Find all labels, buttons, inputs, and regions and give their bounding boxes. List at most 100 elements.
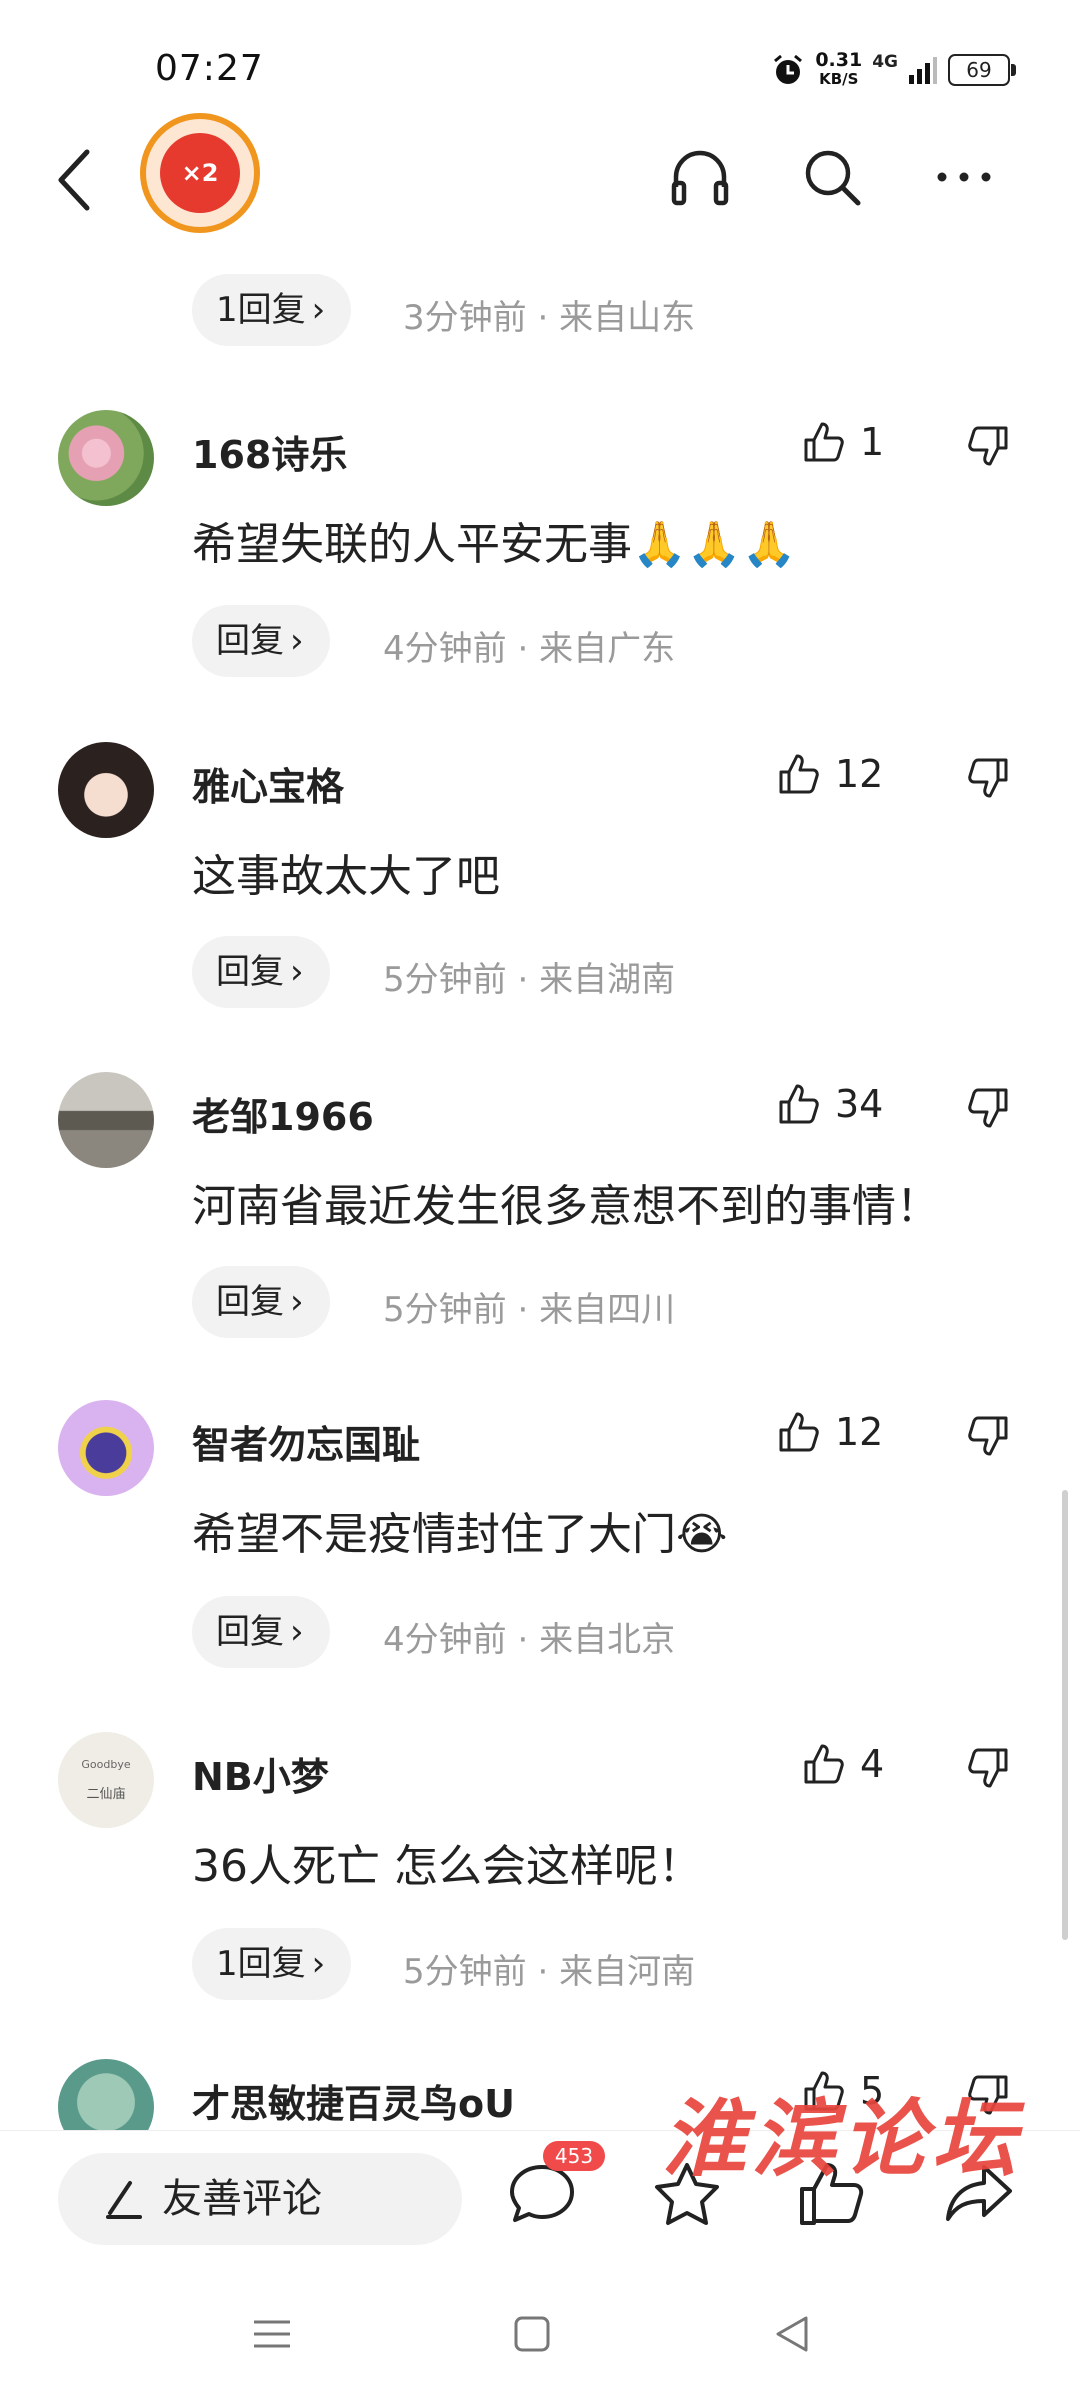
- comment-location: 来自湖南: [539, 960, 676, 1000]
- reply-button[interactable]: 回复 ›: [192, 605, 330, 677]
- watermark: 淮滨论坛: [662, 2089, 1023, 2188]
- comment-meta: 5分钟前 · 来自河南: [403, 1952, 696, 1992]
- comment-meta: 5分钟前 · 来自四川: [383, 1290, 676, 1330]
- network-label: 4G: [872, 52, 898, 72]
- comment-time: 5分钟前: [403, 1952, 527, 1992]
- comment-meta: 4分钟前 · 来自广东: [383, 629, 676, 669]
- thumbs-down-icon[interactable]: [966, 756, 1010, 800]
- comment-meta: 3分钟前 · 来自山东: [403, 298, 696, 338]
- like-button[interactable]: 12: [777, 1410, 883, 1454]
- comment-text: 希望不是疫情封住了大门😭: [192, 1509, 728, 1560]
- reply-label: 回复: [216, 621, 284, 661]
- comment-input[interactable]: 友善评论: [58, 2153, 462, 2245]
- username[interactable]: 才思敏捷百灵鸟oU: [192, 2073, 515, 2128]
- like-count: 4: [860, 1742, 885, 1786]
- thumbs-up-icon: [804, 422, 844, 462]
- comment-time: 4分钟前: [383, 1620, 507, 1660]
- pen-icon: [106, 2181, 142, 2219]
- username[interactable]: 雅心宝格: [192, 756, 344, 811]
- chevron-right-icon: ›: [290, 621, 304, 661]
- thumbs-down-icon[interactable]: [966, 1086, 1010, 1130]
- like-button[interactable]: 12: [777, 752, 883, 796]
- comment-location: 来自北京: [539, 1620, 676, 1660]
- red-packet-label: ×2: [160, 133, 240, 213]
- more-icon[interactable]: [932, 145, 996, 209]
- like-button[interactable]: 1: [802, 420, 884, 464]
- like-button[interactable]: 34: [777, 1082, 883, 1126]
- comment-meta: 4分钟前 · 来自北京: [383, 1620, 676, 1660]
- thumbs-down-icon[interactable]: [966, 424, 1010, 468]
- avatar-text-2: 二仙庙: [86, 1787, 126, 1802]
- alarm-icon: [774, 54, 803, 84]
- comment-text: 这事故太大了吧: [192, 851, 500, 902]
- reply-button[interactable]: 1回复 ›: [192, 274, 352, 346]
- comment-location: 来自广东: [539, 629, 676, 669]
- comment-time: 3分钟前: [403, 298, 527, 338]
- back-icon[interactable]: [55, 148, 95, 212]
- comment-location: 来自河南: [559, 1952, 696, 1992]
- chevron-right-icon: ›: [290, 1282, 304, 1322]
- comment-time: 4分钟前: [383, 629, 507, 669]
- reply-button[interactable]: 回复 ›: [192, 936, 330, 1008]
- username[interactable]: 168诗乐: [192, 424, 347, 479]
- chevron-right-icon: ›: [311, 290, 326, 330]
- comment-input-label: 友善评论: [162, 2176, 322, 2222]
- like-button[interactable]: 4: [802, 1742, 884, 1786]
- comment-location: 来自四川: [539, 1290, 676, 1330]
- reply-label: 回复: [216, 1612, 284, 1652]
- chevron-right-icon: ›: [290, 952, 304, 992]
- comment-location: 来自山东: [559, 298, 696, 338]
- chevron-right-icon: ›: [290, 1612, 304, 1652]
- thumbs-down-icon[interactable]: [966, 1414, 1010, 1458]
- comment-text: 希望失联的人平安无事🙏🙏🙏: [192, 519, 797, 570]
- avatar[interactable]: [58, 1400, 154, 1496]
- username[interactable]: 老邹1966: [192, 1086, 374, 1141]
- net-speed-value: 0.31: [815, 49, 863, 71]
- avatar[interactable]: [58, 410, 154, 506]
- thumbs-down-icon[interactable]: [966, 1746, 1010, 1790]
- status-indicators: 0.31 KB/S 4G 69: [771, 48, 1016, 92]
- reply-label: 回复: [216, 1282, 284, 1322]
- like-count: 34: [835, 1082, 884, 1126]
- chevron-right-icon: ›: [311, 1944, 326, 1984]
- reply-label: 回复: [216, 952, 284, 992]
- battery-icon: 69: [948, 54, 1016, 86]
- avatar[interactable]: [58, 742, 154, 838]
- avatar[interactable]: Goodbye 二仙庙: [58, 1732, 154, 1828]
- comment-meta: 5分钟前 · 来自湖南: [383, 960, 676, 1000]
- home-icon[interactable]: [508, 2310, 556, 2358]
- net-speed-unit: KB/S: [819, 70, 859, 88]
- headphones-icon[interactable]: [668, 145, 732, 209]
- reply-button[interactable]: 回复 ›: [192, 1266, 330, 1338]
- red-packet-button[interactable]: ×2: [140, 113, 260, 233]
- comment-time: 5分钟前: [383, 1290, 507, 1330]
- reply-button[interactable]: 1回复 ›: [192, 1928, 352, 2000]
- back-nav-icon[interactable]: [768, 2310, 816, 2358]
- username[interactable]: 智者勿忘国耻: [192, 1414, 420, 1469]
- like-count: 12: [835, 1410, 884, 1454]
- net-speed: 0.31 KB/S: [815, 51, 862, 89]
- username[interactable]: NB小梦: [192, 1746, 329, 1801]
- thumbs-up-icon: [779, 1412, 819, 1452]
- reply-button[interactable]: 回复 ›: [192, 1596, 330, 1668]
- like-count: 12: [835, 752, 884, 796]
- comment-text: 河南省最近发生很多意想不到的事情！: [192, 1181, 940, 1232]
- status-time: 07:27: [155, 48, 264, 89]
- thumbs-up-icon: [779, 754, 819, 794]
- comment-text: 36人死亡 怎么会这样呢！: [192, 1841, 702, 1892]
- status-bar: 07:27 0.31 KB/S 4G 69: [0, 0, 1080, 120]
- scrollbar[interactable]: [1062, 1490, 1068, 1940]
- avatar[interactable]: [58, 1072, 154, 1168]
- thumbs-up-icon: [804, 1744, 844, 1784]
- reply-label: 1回复: [216, 290, 306, 330]
- search-icon[interactable]: [800, 145, 864, 209]
- like-count: 1: [860, 420, 885, 464]
- comment-time: 5分钟前: [383, 960, 507, 1000]
- thumbs-up-icon: [779, 1084, 819, 1124]
- avatar-text-1: Goodbye: [81, 1758, 131, 1771]
- menu-icon[interactable]: [248, 2310, 296, 2358]
- signal-icon: [909, 57, 937, 84]
- comment-count-badge: 453: [543, 2141, 605, 2171]
- system-nav-bar: [0, 2270, 1080, 2400]
- reply-label: 1回复: [216, 1944, 306, 1984]
